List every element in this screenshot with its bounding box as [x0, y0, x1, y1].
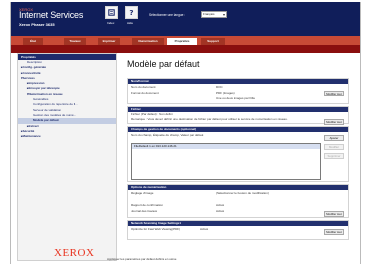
row-value: Une ou deux images par Fille: [216, 96, 256, 100]
app-title: Internet Services: [19, 10, 84, 20]
language-label: Sélectionner une langue :: [149, 13, 186, 17]
tab-numerisation[interactable]: Numérisation: [132, 38, 164, 45]
app-header: XEROX Internet Services Xerox Phaser 363…: [11, 2, 360, 36]
row-label: Optimize for Fast Web Viewing(PDF): [131, 227, 181, 231]
factory-defaults-link[interactable]: Appliquer les paramètres par défaut défi…: [107, 257, 176, 261]
fast-web-row: Optimize for Fast Web Viewing(PDF) Activ…: [128, 226, 348, 232]
properties-sidebar: Propriétés Description ▸Config. générale ▸…: [17, 53, 117, 261]
tab-support[interactable]: Support: [201, 38, 225, 45]
add-field-button[interactable]: Ajouter: [324, 135, 344, 141]
page-title: Modèle par défaut: [127, 59, 200, 69]
xerox-logo: XEROX: [54, 247, 95, 259]
tab-bar: État Travaux Imprimer Numérisation Propr…: [11, 36, 360, 45]
help-label: Aide: [127, 21, 134, 25]
main-content: Modèle par défaut Nom/Format Nom du docu…: [123, 53, 355, 264]
index-icon: [108, 9, 115, 16]
section-name-format: Nom/Format Nom du document DOC Format du…: [127, 78, 349, 104]
edit-field-button[interactable]: Modifier: [324, 144, 344, 150]
delete-field-button[interactable]: Supprimer: [324, 153, 344, 159]
doc-format-detail-row: Une ou deux images par Fille: [128, 96, 348, 101]
fields-caption-row: Nom du champ, Étiquette du champ, Valeur…: [128, 132, 348, 138]
sub-bar: [11, 45, 360, 53]
row-label: Journal des travaux: [131, 209, 158, 213]
file-remark-note: Remarque : Vous devez définir une destin…: [131, 116, 288, 121]
index-button[interactable]: [105, 6, 118, 19]
document-fields-list[interactable]: FileDefault 1 en:013.120.146.21: [131, 143, 321, 180]
row-label: Nom du champ, Étiquette du champ, Valeur…: [131, 133, 204, 137]
tab-travaux[interactable]: Travaux: [64, 38, 86, 45]
edit-network-settings-button[interactable]: Modifier tout: [324, 229, 344, 235]
row-value: Activé: [200, 227, 209, 231]
sidebar-item[interactable]: ▸Maintenance: [18, 134, 116, 139]
section-scan-options: Options de numérisation Réglage d'image …: [127, 184, 349, 218]
tab-proprietes[interactable]: Propriétés: [167, 38, 197, 45]
section-document-fields: Champs de gestion de documents (optionne…: [127, 126, 349, 182]
section-network-image-settings: Network Scanning Image Settings1 Optimiz…: [127, 220, 349, 240]
sidebar-tree: Description ▸Config. générale ▸Connectivit…: [18, 60, 116, 139]
svg-text:?: ?: [129, 8, 133, 17]
tab-etat[interactable]: État: [23, 38, 43, 45]
device-name: Xerox Phaser 3635: [19, 22, 55, 27]
help-button[interactable]: ?: [125, 6, 138, 19]
index-label: Index: [107, 21, 115, 25]
tab-imprimer[interactable]: Imprimer: [98, 38, 120, 45]
section-file: Fichier Fichier (Par défaut) : Non défin…: [127, 106, 349, 125]
edit-file-button[interactable]: Modifier tout: [324, 119, 344, 125]
browser-page: XEROX Internet Services Xerox Phaser 363…: [10, 2, 361, 264]
row-value: Activé: [216, 209, 225, 213]
list-item[interactable]: FileDefault 1 en:013.120.146.21: [132, 144, 320, 149]
help-icon: ?: [129, 8, 133, 17]
edit-scan-options-button[interactable]: Modifier tout: [324, 211, 344, 217]
language-select[interactable]: Français: [201, 11, 227, 18]
job-log-row: Journal des travaux Activé: [128, 208, 348, 214]
